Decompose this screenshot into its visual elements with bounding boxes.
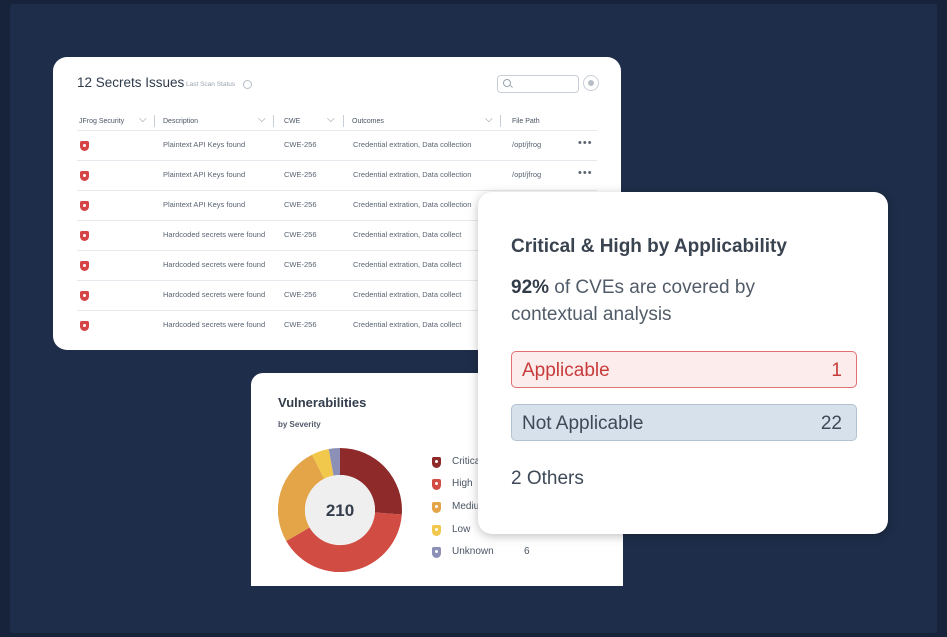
search-input[interactable] xyxy=(497,75,579,93)
row-description: Hardcoded secrets were found xyxy=(163,290,266,299)
critical-shield-icon xyxy=(80,321,89,331)
row-description: Hardcoded secrets were found xyxy=(163,260,266,269)
row-cwe[interactable]: CWE-256 xyxy=(284,170,317,179)
row-cwe[interactable]: CWE-256 xyxy=(284,290,317,299)
chevron-down-icon[interactable]: ⌵ xyxy=(327,114,335,125)
column-divider xyxy=(500,115,501,127)
filter-button[interactable] xyxy=(583,75,599,91)
vulnerabilities-subtitle: by Severity xyxy=(278,420,321,429)
row-outcomes: Credential extration, Data collection xyxy=(353,200,472,209)
row-cwe[interactable]: CWE-256 xyxy=(284,200,317,209)
more-actions-icon[interactable]: ••• xyxy=(578,167,593,179)
row-cwe[interactable]: CWE-256 xyxy=(284,260,317,269)
search-icon xyxy=(503,79,511,87)
secrets-title: 12 Secrets Issues xyxy=(77,75,185,90)
chevron-down-icon[interactable]: ⌵ xyxy=(139,114,147,125)
not-applicable-label: Not Applicable xyxy=(522,413,644,434)
severity-donut-chart[interactable]: 210 xyxy=(278,448,402,572)
last-scan-status[interactable]: Last Scan Status xyxy=(186,81,235,88)
row-description: Plaintext API Keys found xyxy=(163,200,246,209)
table-row[interactable]: Plaintext API Keys found CWE-256 Credent… xyxy=(77,130,597,161)
row-outcomes: Credential extration, Data collect xyxy=(353,290,462,299)
more-actions-icon[interactable]: ••• xyxy=(578,137,593,149)
critical-shield-icon xyxy=(432,457,441,468)
critical-shield-icon xyxy=(80,291,89,301)
column-divider xyxy=(273,115,274,127)
critical-shield-icon xyxy=(80,261,89,271)
unknown-shield-icon xyxy=(432,547,441,558)
critical-shield-icon xyxy=(80,171,89,181)
row-description: Plaintext API Keys found xyxy=(163,170,246,179)
row-description: Plaintext API Keys found xyxy=(163,140,246,149)
column-header-outcomes[interactable]: Outcomes xyxy=(352,118,384,125)
column-header-description[interactable]: Description xyxy=(163,118,198,125)
applicable-label: Applicable xyxy=(522,360,610,381)
row-outcomes: Credential extration, Data collection xyxy=(353,140,472,149)
critical-shield-icon xyxy=(80,201,89,211)
row-cwe[interactable]: CWE-256 xyxy=(284,320,317,329)
column-divider xyxy=(154,115,155,127)
not-applicable-count: 22 xyxy=(820,413,842,434)
legend-label: High xyxy=(452,478,473,489)
legend-label: Unknown xyxy=(452,546,494,557)
row-outcomes: Credential extration, Data collect xyxy=(353,230,462,239)
column-header-cwe[interactable]: CWE xyxy=(284,118,300,125)
critical-shield-icon xyxy=(80,141,89,151)
row-file-path: /opt/jfrog xyxy=(512,170,542,179)
column-divider xyxy=(343,115,344,127)
row-description: Hardcoded secrets were found xyxy=(163,320,266,329)
chevron-down-icon[interactable]: ⌵ xyxy=(258,114,266,125)
chevron-down-icon[interactable]: ⌵ xyxy=(485,114,493,125)
row-description: Hardcoded secrets were found xyxy=(163,230,266,239)
help-icon[interactable] xyxy=(243,80,252,89)
applicability-description: 92% of CVEs are covered by contextual an… xyxy=(511,274,841,328)
medium-shield-icon xyxy=(432,502,441,513)
vulnerabilities-title: Vulnerabilities xyxy=(278,395,367,410)
critical-shield-icon xyxy=(80,231,89,241)
low-shield-icon xyxy=(432,525,441,536)
table-row[interactable]: Plaintext API Keys found CWE-256 Credent… xyxy=(77,160,597,191)
coverage-percent: 92% xyxy=(511,277,550,298)
row-cwe[interactable]: CWE-256 xyxy=(284,230,317,239)
row-file-path: /opt/jfrog xyxy=(512,140,542,149)
high-shield-icon xyxy=(432,479,441,490)
row-outcomes: Credential extration, Data collect xyxy=(353,320,462,329)
applicability-title: Critical & High by Applicability xyxy=(511,236,787,257)
applicability-card: Critical & High by Applicability 92% of … xyxy=(478,192,888,534)
row-outcomes: Credential extration, Data collection xyxy=(353,170,472,179)
column-header-jfrog-security[interactable]: JFrog Security xyxy=(79,118,124,125)
not-applicable-bar[interactable]: Not Applicable 22 xyxy=(511,404,857,441)
applicable-bar[interactable]: Applicable 1 xyxy=(511,351,857,388)
legend-label: Low xyxy=(452,524,471,535)
donut-total: 210 xyxy=(326,501,354,520)
column-header-file-path[interactable]: File Path xyxy=(512,118,540,125)
row-outcomes: Credential extration, Data collect xyxy=(353,260,462,269)
legend-count: 6 xyxy=(524,546,530,557)
row-cwe[interactable]: CWE-256 xyxy=(284,140,317,149)
applicable-count: 1 xyxy=(831,360,842,381)
others-count[interactable]: 2 Others xyxy=(511,468,584,490)
